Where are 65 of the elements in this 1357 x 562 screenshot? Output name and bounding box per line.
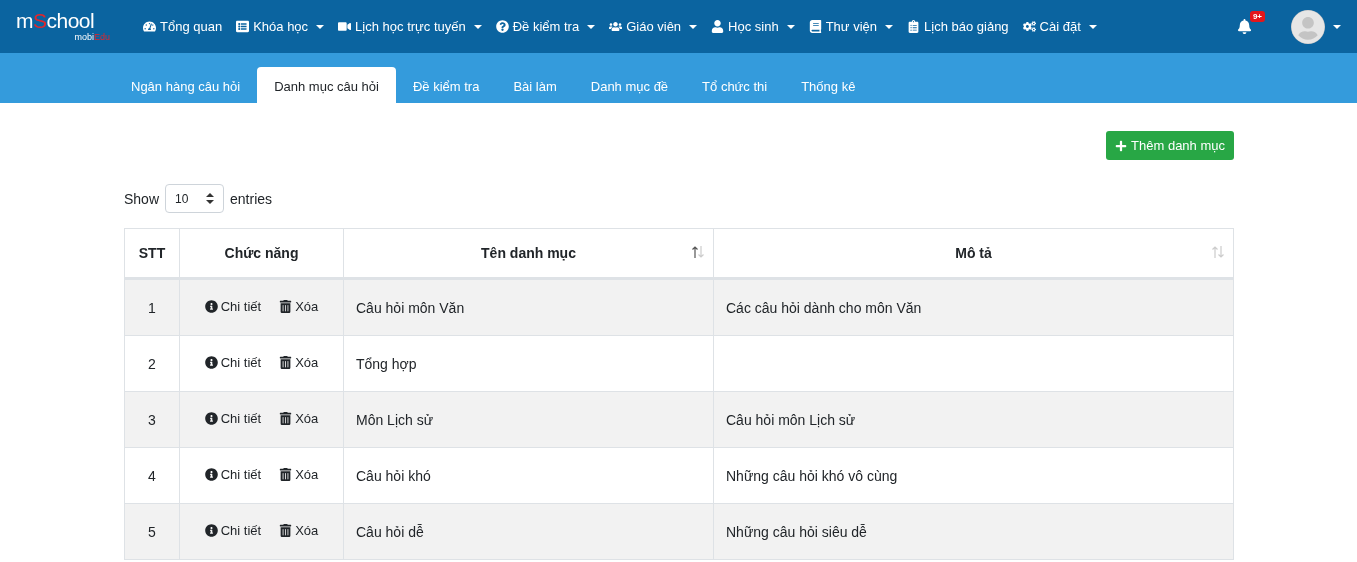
info-icon [204, 412, 218, 425]
table-cell: Các câu hỏi dành cho môn Văn [713, 278, 1234, 336]
info-icon [204, 524, 218, 537]
notification-badge: 9+ [1249, 11, 1265, 22]
detail-link[interactable]: Chi tiết [204, 467, 262, 482]
trash-icon [279, 300, 293, 313]
detail-link[interactable]: Chi tiết [204, 299, 262, 314]
caret-icon [1333, 24, 1341, 29]
users-icon [609, 20, 623, 33]
table-cell: Tổng hợp [343, 335, 714, 392]
logo[interactable]: mSchool mobiEdu [16, 10, 126, 43]
table-cell: 3 [124, 391, 180, 448]
nav-item[interactable]: Lịch báo giảng [907, 19, 1009, 34]
sort-icon[interactable] [691, 245, 705, 259]
detail-link[interactable]: Chi tiết [204, 355, 262, 370]
bell-icon[interactable] [1236, 19, 1252, 34]
table-cell: 1 [124, 278, 180, 336]
trash-icon [279, 356, 293, 369]
table-cell: 5 [124, 503, 180, 560]
trash-icon [279, 524, 293, 537]
info-icon [204, 468, 218, 481]
delete-link[interactable]: Xóa [279, 523, 319, 538]
table-cell: Những câu hỏi khó vô cùng [713, 447, 1234, 504]
table-cell: Môn Lịch sử [343, 391, 714, 448]
trash-icon [279, 468, 293, 481]
question-icon [495, 20, 509, 33]
gears-icon [1022, 20, 1036, 33]
delete-link[interactable]: Xóa [279, 411, 319, 426]
clipboard-icon [907, 20, 920, 33]
nav-item[interactable]: Lịch học trực tuyến [338, 19, 482, 34]
table-cell: Những câu hỏi siêu dễ [713, 503, 1234, 560]
info-icon [204, 300, 218, 313]
plus-icon [1115, 139, 1128, 152]
table-cell: Câu hỏi dễ [343, 503, 714, 560]
nav-item[interactable]: Tổng quan [143, 19, 223, 34]
entries-select[interactable]: 10 [165, 184, 225, 213]
nav-item[interactable]: Cài đặt [1022, 19, 1097, 34]
tab[interactable]: Danh mục câu hỏi [257, 67, 396, 104]
avatar[interactable] [1291, 9, 1341, 44]
nav-item[interactable]: Khóa học [236, 19, 325, 34]
show-label: Show [124, 190, 160, 207]
info-icon [204, 356, 218, 369]
trash-icon [279, 412, 293, 425]
avatar-icon [1291, 9, 1325, 44]
list-icon [236, 20, 250, 33]
video-camera-icon [338, 20, 352, 33]
nav-item[interactable]: Giáo viên [609, 19, 698, 34]
delete-link[interactable]: Xóa [279, 467, 319, 482]
nav-item[interactable]: Học sinh [711, 19, 795, 34]
table-cell: Câu hỏi môn Văn [343, 278, 714, 336]
up-down-arrows-icon [206, 193, 215, 204]
table-cell: Câu hỏi khó [343, 447, 714, 504]
table-cell: 2 [124, 335, 180, 392]
delete-link[interactable]: Xóa [279, 355, 319, 370]
user-icon [711, 20, 725, 33]
nav-item[interactable]: Thư viện [808, 19, 893, 34]
delete-link[interactable]: Xóa [279, 299, 319, 314]
detail-link[interactable]: Chi tiết [204, 523, 262, 538]
gauge-icon [143, 20, 156, 33]
entries-label: entries [230, 190, 273, 207]
nav-item[interactable]: Đề kiểm tra [495, 19, 596, 34]
detail-link[interactable]: Chi tiết [204, 411, 262, 426]
table-cell: 4 [124, 447, 180, 504]
table-cell: Câu hỏi môn Lịch sử [713, 391, 1234, 448]
book-icon [808, 20, 822, 33]
